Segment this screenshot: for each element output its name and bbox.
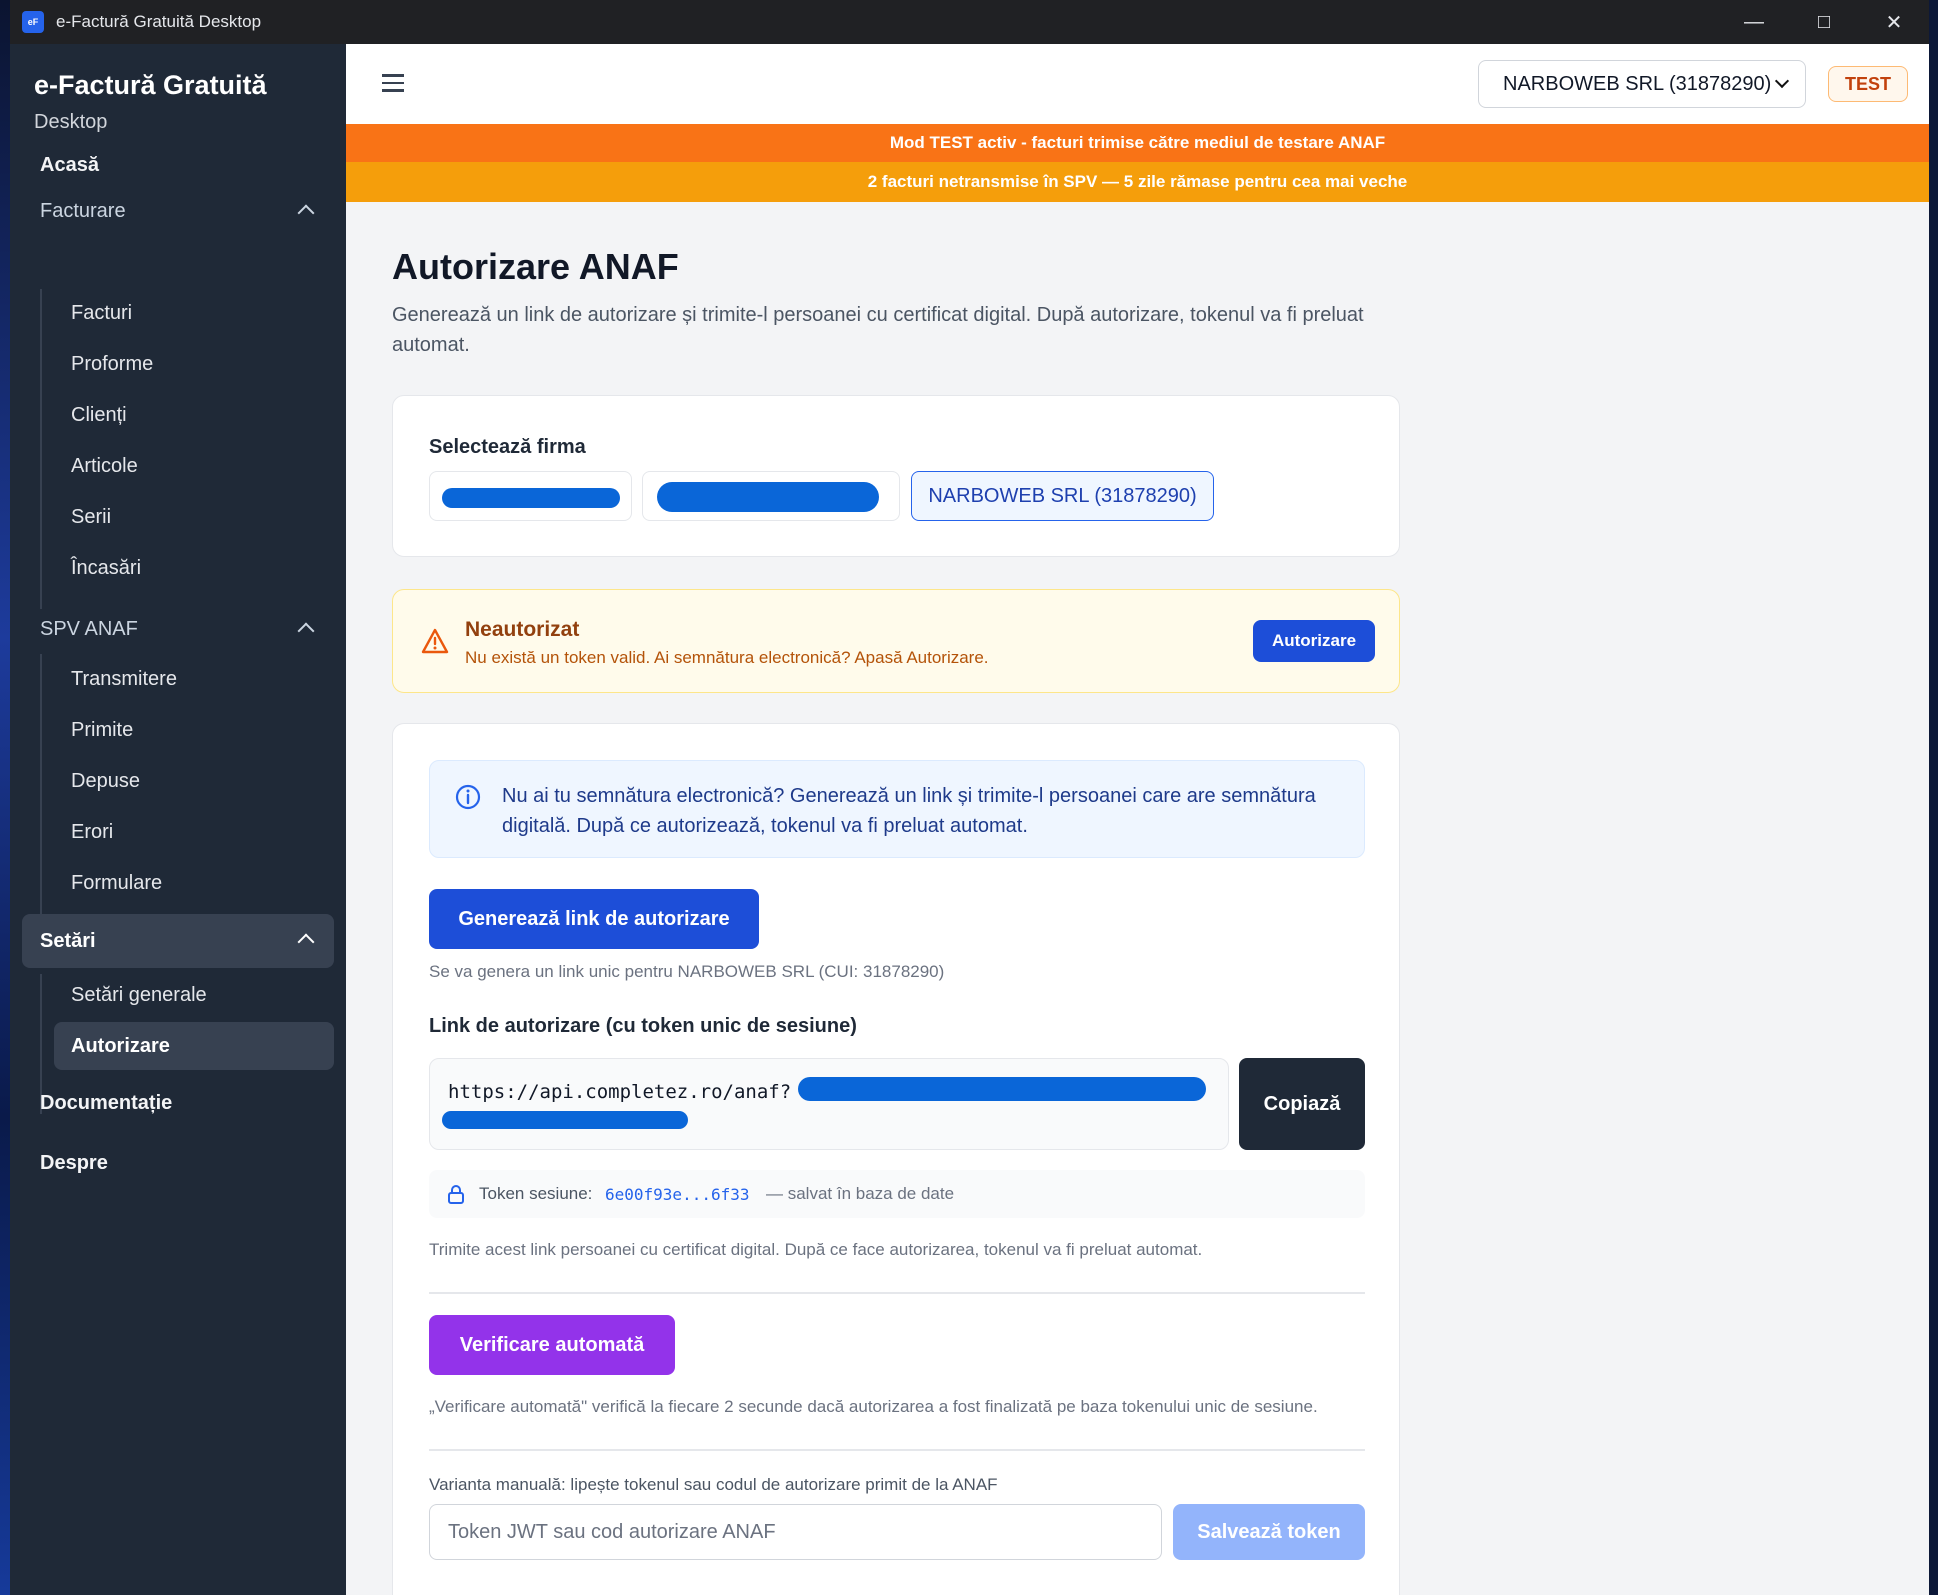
lock-icon bbox=[448, 1185, 464, 1204]
sidebar-item-depuse[interactable]: Depuse bbox=[71, 770, 140, 793]
chevron-up-icon bbox=[297, 933, 315, 951]
sidebar-item-formulare[interactable]: Formulare bbox=[71, 872, 162, 895]
sidebar-item-clienti[interactable]: Clienți bbox=[71, 404, 127, 427]
save-token-button[interactable]: Salvează token bbox=[1173, 1504, 1365, 1560]
brand-subtitle: Desktop bbox=[34, 111, 108, 133]
sidebar-section-facturare[interactable]: Facturare bbox=[22, 185, 334, 237]
sidebar-section-label: Facturare bbox=[40, 199, 126, 222]
chevron-up-icon bbox=[297, 204, 315, 222]
sidebar-item-autorizare[interactable]: Autorizare bbox=[54, 1022, 334, 1070]
sidebar-item-despre[interactable]: Despre bbox=[40, 1152, 108, 1175]
select-company-label: Selectează firma bbox=[429, 436, 586, 458]
auth-link-field[interactable]: https://api.completez.ro/anaf? bbox=[429, 1058, 1229, 1150]
page-title: Autorizare ANAF bbox=[392, 246, 679, 287]
send-link-hint: Trimite acest link persoanei cu certific… bbox=[429, 1240, 1203, 1259]
divider bbox=[429, 1292, 1365, 1294]
hamburger-menu-icon[interactable] bbox=[382, 74, 404, 92]
copy-button[interactable]: Copiază bbox=[1239, 1058, 1365, 1150]
token-label: Token sesiune: bbox=[479, 1184, 593, 1203]
manual-token-input[interactable]: Token JWT sau cod autorizare ANAF bbox=[429, 1504, 1162, 1560]
auth-link-value: https://api.completez.ro/anaf? bbox=[448, 1081, 792, 1103]
sidebar-item-acasa[interactable]: Acasă bbox=[40, 154, 99, 177]
sidebar-item-articole[interactable]: Articole bbox=[71, 455, 138, 478]
sidebar-item-incasari[interactable]: Încasări bbox=[71, 557, 141, 580]
chevron-down-icon bbox=[1774, 73, 1790, 89]
status-title: Neautorizat bbox=[465, 618, 580, 641]
sidebar-item-documentatie[interactable]: Documentație bbox=[40, 1092, 172, 1115]
sidebar-section-setari[interactable]: Setări bbox=[22, 914, 334, 968]
sidebar-item-erori[interactable]: Erori bbox=[71, 821, 113, 844]
session-token-row: Token sesiune: 6e00f93e...6f33 — salvat … bbox=[429, 1170, 1365, 1218]
redaction-mark bbox=[442, 488, 620, 508]
company-select-value: NARBOWEB SRL (31878290) bbox=[1503, 72, 1772, 95]
info-text: Nu ai tu semnătura electronică? Genereaz… bbox=[502, 785, 1316, 837]
generate-hint: Se va genera un link unic pentru NARBOWE… bbox=[429, 962, 945, 981]
token-status: — salvat în baza de date bbox=[766, 1184, 955, 1203]
authorize-button[interactable]: Autorizare bbox=[1253, 620, 1375, 662]
page-content: Autorizare ANAF Generează un link de aut… bbox=[346, 202, 1929, 1595]
generate-link-button[interactable]: Generează link de autorizare bbox=[429, 889, 759, 949]
token-value: 6e00f93e...6f33 bbox=[605, 1185, 750, 1204]
maximize-icon[interactable]: □ bbox=[1789, 0, 1859, 44]
test-mode-banner: Mod TEST activ - facturi trimise către m… bbox=[346, 124, 1929, 162]
redaction-mark bbox=[798, 1077, 1206, 1101]
divider bbox=[429, 1449, 1365, 1451]
window-controls: — □ ✕ bbox=[1719, 0, 1929, 44]
redaction-mark bbox=[442, 1111, 688, 1129]
pending-invoices-banner: 2 facturi netransmise în SPV — 5 zile ră… bbox=[346, 162, 1929, 202]
app-icon: eF bbox=[22, 11, 44, 33]
chevron-up-icon bbox=[297, 622, 315, 640]
main-area: NARBOWEB SRL (31878290) TEST Mod TEST ac… bbox=[346, 44, 1929, 1595]
company-chip-2[interactable] bbox=[642, 471, 900, 521]
desktop-background-left bbox=[0, 0, 10, 1595]
sidebar-section-spv[interactable]: SPV ANAF bbox=[22, 603, 334, 655]
sidebar-item-primite[interactable]: Primite bbox=[71, 719, 133, 742]
close-icon[interactable]: ✕ bbox=[1859, 0, 1929, 44]
minimize-icon[interactable]: — bbox=[1719, 0, 1789, 44]
warning-icon bbox=[421, 628, 449, 654]
desktop-background-right bbox=[1929, 0, 1938, 1595]
title-bar: eF e-Factură Gratuită Desktop — □ ✕ bbox=[10, 0, 1929, 44]
app-window: eF e-Factură Gratuită Desktop — □ ✕ e-Fa… bbox=[10, 0, 1929, 1595]
sidebar-item-facturi[interactable]: Facturi bbox=[71, 302, 132, 325]
brand-title: e-Factură Gratuită bbox=[34, 70, 267, 100]
info-icon bbox=[455, 784, 481, 810]
manual-token-placeholder: Token JWT sau cod autorizare ANAF bbox=[448, 1520, 776, 1543]
info-box: Nu ai tu semnătura electronică? Genereaz… bbox=[429, 760, 1365, 858]
sidebar-section-label: Setări bbox=[40, 929, 96, 952]
manual-label: Varianta manuală: lipește tokenul sau co… bbox=[429, 1475, 998, 1494]
auto-verify-button[interactable]: Verificare automată bbox=[429, 1315, 675, 1375]
submenu-line bbox=[40, 654, 42, 924]
company-select-card: Selectează firma NARBOWEB SRL (31878290) bbox=[392, 395, 1400, 557]
authorization-link-card: Nu ai tu semnătura electronică? Genereaz… bbox=[392, 723, 1400, 1595]
sidebar-item-transmitere[interactable]: Transmitere bbox=[71, 668, 177, 691]
auto-verify-hint: „Verificare automată" verifică la fiecar… bbox=[429, 1397, 1318, 1416]
brand: e-Factură Gratuită Desktop bbox=[10, 44, 346, 134]
link-label: Link de autorizare (cu token unic de ses… bbox=[429, 1015, 857, 1037]
redaction-mark bbox=[657, 482, 879, 512]
page-description: Generează un link de autorizare și trimi… bbox=[392, 304, 1364, 356]
sidebar-item-proforme[interactable]: Proforme bbox=[71, 353, 153, 376]
sidebar-item-serii[interactable]: Serii bbox=[71, 506, 111, 529]
test-mode-badge: TEST bbox=[1828, 66, 1908, 102]
status-message: Nu există un token valid. Ai semnătura e… bbox=[465, 648, 989, 667]
company-select[interactable]: NARBOWEB SRL (31878290) bbox=[1478, 60, 1806, 108]
window-title: e-Factură Gratuită Desktop bbox=[56, 12, 262, 31]
sidebar-section-label: SPV ANAF bbox=[40, 617, 138, 640]
authorization-status: Neautorizat Nu există un token valid. Ai… bbox=[392, 589, 1400, 693]
sidebar-item-setari-generale[interactable]: Setări generale bbox=[71, 984, 207, 1007]
company-chip-1[interactable] bbox=[429, 471, 632, 521]
submenu-line bbox=[40, 289, 42, 609]
company-chip-selected[interactable]: NARBOWEB SRL (31878290) bbox=[911, 471, 1214, 521]
sidebar: e-Factură Gratuită Desktop Acasă Factura… bbox=[10, 44, 346, 1595]
top-bar: NARBOWEB SRL (31878290) TEST bbox=[346, 44, 1929, 124]
